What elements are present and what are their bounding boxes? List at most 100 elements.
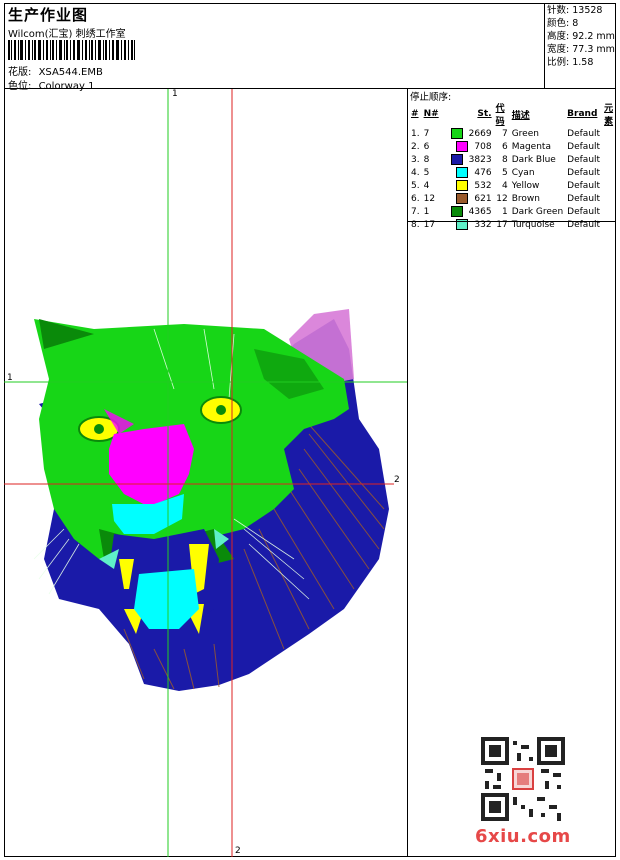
design-file-row: 花版: XSA544.EMB <box>8 63 103 78</box>
table-header-row: # N# St. 代码 描述 Brand 元素 <box>409 101 616 127</box>
row-stitches: 532 <box>449 179 494 192</box>
spec-stitches: 针数: 13528 <box>547 5 603 16</box>
col-description: 描述 <box>511 110 530 121</box>
row-element <box>602 153 616 166</box>
row-needle: 12 <box>423 193 436 204</box>
green-horizontal-label: 1 <box>7 373 13 383</box>
row-code: 6 <box>501 141 508 152</box>
design-specs: 针数: 13528 颜色: 8 高度: 92.2 mm 宽度: 77.3 mm … <box>547 4 615 69</box>
green-vertical-label: 1 <box>172 89 178 99</box>
row-brand: Default <box>567 128 601 139</box>
row-element <box>602 140 616 153</box>
row-stitches: 708 <box>449 140 494 153</box>
col-element: 元素 <box>604 104 614 127</box>
table-row[interactable]: 6. 12 621 12 Brown Default <box>409 192 616 205</box>
embroidery-preview <box>4 89 408 857</box>
col-index: # <box>411 109 419 119</box>
row-needle: 1 <box>423 206 430 217</box>
row-index: 1. <box>411 128 420 139</box>
col-code: 代码 <box>495 104 505 127</box>
row-code: 17 <box>496 219 508 230</box>
row-needle: 8 <box>423 154 430 165</box>
row-index: 2. <box>411 141 420 152</box>
table-row[interactable]: 7. 1 4365 1 Dark Green Default <box>409 205 616 218</box>
table-row[interactable]: 4. 5 476 5 Cyan Default <box>409 166 616 179</box>
row-code: 1 <box>501 206 508 217</box>
row-stitches: 3823 <box>449 153 494 166</box>
row-description: Magenta <box>511 141 551 152</box>
col-needle: N# <box>423 109 439 119</box>
row-brand: Default <box>567 180 601 191</box>
row-brand: Default <box>567 219 601 230</box>
row-stitches: 621 <box>449 192 494 205</box>
row-code: 8 <box>501 154 508 165</box>
table-row[interactable]: 3. 8 3823 8 Dark Blue Default <box>409 153 616 166</box>
design-canvas[interactable]: 1 1 2 2 <box>4 89 408 857</box>
row-element <box>602 179 616 192</box>
canvas-panel-divider <box>407 88 408 857</box>
row-brand: Default <box>567 167 601 178</box>
color-swatch <box>456 167 469 178</box>
spec-colors: 颜色: 8 <box>547 18 579 29</box>
col-brand: Brand <box>567 109 598 119</box>
col-stitches: St. <box>477 109 492 119</box>
row-element <box>602 127 616 140</box>
spec-width: 宽度: 77.3 mm <box>547 44 615 55</box>
header: 生产作业图 Wilcom(汇宝) 刺绣工作室 花版: XSA544.EMB 色位… <box>4 3 544 92</box>
row-element <box>602 192 616 205</box>
row-stitches: 476 <box>449 166 494 179</box>
color-swatch <box>456 180 469 191</box>
row-element <box>602 205 616 218</box>
color-swatch <box>456 141 469 152</box>
row-code: 12 <box>496 193 508 204</box>
table-row[interactable]: 8. 17 332 17 Turquoise Default <box>409 218 616 231</box>
row-index: 8. <box>411 219 420 230</box>
row-index: 6. <box>411 193 420 204</box>
row-element <box>602 166 616 179</box>
row-brand: Default <box>567 141 601 152</box>
spec-scale: 比例: 1.58 <box>547 57 594 68</box>
row-stitches: 332 <box>449 218 494 231</box>
qr-code <box>481 737 565 821</box>
color-swatch <box>456 193 469 204</box>
row-brand: Default <box>567 154 601 165</box>
red-vertical-label: 2 <box>235 846 241 856</box>
watermark: 6xiu.com <box>475 826 571 847</box>
row-description: Dark Green <box>511 206 564 217</box>
row-needle: 4 <box>423 180 430 191</box>
row-description: Green <box>511 128 539 139</box>
row-index: 5. <box>411 180 420 191</box>
row-index: 4. <box>411 167 420 178</box>
barcode <box>8 40 135 60</box>
row-index: 3. <box>411 154 420 165</box>
row-stitches: 2669 <box>449 127 494 140</box>
table-row[interactable]: 1. 7 2669 7 Green Default <box>409 127 616 140</box>
row-needle: 5 <box>423 167 430 178</box>
sheet-title: 生产作业图 <box>8 6 89 24</box>
row-stitches: 4365 <box>449 205 494 218</box>
header-divider-vertical <box>544 3 545 89</box>
panel-bottom-rule <box>408 221 616 222</box>
row-brand: Default <box>567 193 601 204</box>
row-description: Cyan <box>511 167 535 178</box>
row-code: 5 <box>501 167 508 178</box>
red-horizontal-label: 2 <box>394 475 400 485</box>
color-swatch <box>450 128 463 139</box>
row-brand: Default <box>567 206 601 217</box>
color-sequence-table: # N# St. 代码 描述 Brand 元素 1. 7 2669 7 Green Def… <box>409 101 616 231</box>
row-element <box>602 218 616 231</box>
tiger-embroidery <box>33 309 389 691</box>
color-swatch <box>450 206 463 217</box>
row-description: Dark Blue <box>511 154 556 165</box>
row-code: 4 <box>501 180 508 191</box>
row-description: Yellow <box>511 180 540 191</box>
row-index: 7. <box>411 206 420 217</box>
table-row[interactable]: 5. 4 532 4 Yellow Default <box>409 179 616 192</box>
spec-height: 高度: 92.2 mm <box>547 31 615 42</box>
row-code: 7 <box>501 128 508 139</box>
row-description: Turquoise <box>511 219 555 230</box>
table-row[interactable]: 2. 6 708 6 Magenta Default <box>409 140 616 153</box>
row-needle: 6 <box>423 141 430 152</box>
software-subtitle: Wilcom(汇宝) 刺绣工作室 <box>8 29 126 40</box>
row-needle: 17 <box>423 219 436 230</box>
